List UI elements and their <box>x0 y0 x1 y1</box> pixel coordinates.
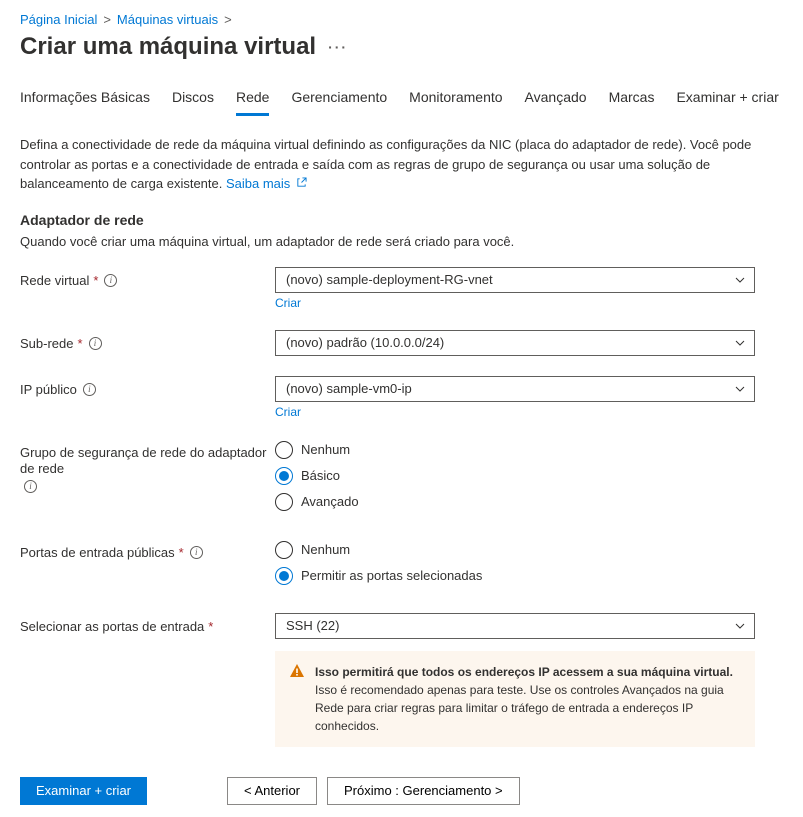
radio-nsg-basic[interactable]: Básico <box>275 467 755 485</box>
more-icon[interactable]: ··· <box>328 39 348 55</box>
page-title-text: Criar uma máquina virtual <box>20 33 316 61</box>
radio-icon <box>275 493 293 511</box>
warning-rest: Isso é recomendado apenas para teste. Us… <box>315 683 724 733</box>
breadcrumb-home[interactable]: Página Inicial <box>20 12 97 27</box>
tab-monitoring[interactable]: Monitoramento <box>409 89 502 116</box>
info-icon[interactable]: i <box>24 480 37 493</box>
select-inbound-ports[interactable]: SSH (22) <box>275 613 755 639</box>
radio-label: Nenhum <box>301 542 350 557</box>
radio-nsg-advanced[interactable]: Avançado <box>275 493 755 511</box>
warning-box: Isso permitirá que todos os endereços IP… <box>275 651 755 747</box>
tab-management[interactable]: Gerenciamento <box>291 89 387 116</box>
label-inbound-ports: Portas de entrada públicas * i <box>20 539 275 562</box>
warning-text: Isso permitirá que todos os endereços IP… <box>315 663 741 735</box>
radio-icon <box>275 441 293 459</box>
label-text: Portas de entrada públicas <box>20 545 175 562</box>
radio-label: Avançado <box>301 494 359 509</box>
page-title: Criar uma máquina virtual ··· <box>20 33 783 61</box>
radio-label: Básico <box>301 468 340 483</box>
tab-description: Defina a conectividade de rede da máquin… <box>20 135 783 194</box>
next-button[interactable]: Próximo : Gerenciamento > <box>327 777 520 805</box>
required-icon: * <box>93 273 98 290</box>
previous-button[interactable]: < Anterior <box>227 777 317 805</box>
label-nsg: Grupo de segurança de rede do adaptador … <box>20 439 275 494</box>
required-icon: * <box>208 619 213 636</box>
breadcrumb-vms[interactable]: Máquinas virtuais <box>117 12 218 27</box>
create-publicip-link[interactable]: Criar <box>275 405 301 419</box>
radio-label: Permitir as portas selecionadas <box>301 568 482 583</box>
required-icon: * <box>179 545 184 562</box>
section-subtitle: Quando você criar uma máquina virtual, u… <box>20 234 783 249</box>
external-link-icon <box>296 174 307 185</box>
chevron-down-icon <box>734 383 746 395</box>
select-virtual-network[interactable]: (novo) sample-deployment-RG-vnet <box>275 267 755 293</box>
create-vnet-link[interactable]: Criar <box>275 296 301 310</box>
info-icon[interactable]: i <box>89 337 102 350</box>
tab-basics[interactable]: Informações Básicas <box>20 89 150 116</box>
required-icon: * <box>77 336 82 353</box>
select-value: (novo) sample-deployment-RG-vnet <box>286 272 493 287</box>
label-text: Rede virtual <box>20 273 89 290</box>
radio-icon <box>275 467 293 485</box>
select-value: (novo) padrão (10.0.0.0/24) <box>286 335 444 350</box>
label-subnet: Sub-rede * i <box>20 330 275 353</box>
label-text: IP público <box>20 382 77 399</box>
tab-tags[interactable]: Marcas <box>609 89 655 116</box>
label-select-inbound-ports: Selecionar as portas de entrada * <box>20 613 275 636</box>
radio-inbound-none[interactable]: Nenhum <box>275 541 755 559</box>
label-text: Grupo de segurança de rede do adaptador … <box>20 445 275 479</box>
select-value: SSH (22) <box>286 618 339 633</box>
label-virtual-network: Rede virtual * i <box>20 267 275 290</box>
footer-buttons: Examinar + criar < Anterior Próximo : Ge… <box>20 777 783 805</box>
chevron-right-icon: > <box>224 12 232 27</box>
learn-more-text: Saiba mais <box>226 176 290 191</box>
warning-icon <box>289 663 305 679</box>
radio-icon <box>275 567 293 585</box>
tab-review[interactable]: Examinar + criar <box>676 89 778 116</box>
label-public-ip: IP público i <box>20 376 275 399</box>
label-text: Selecionar as portas de entrada <box>20 619 204 636</box>
review-create-button[interactable]: Examinar + criar <box>20 777 147 805</box>
learn-more-link[interactable]: Saiba mais <box>226 176 307 191</box>
tabs: Informações Básicas Discos Rede Gerencia… <box>20 89 783 117</box>
select-value: (novo) sample-vm0-ip <box>286 381 412 396</box>
warning-bold: Isso permitirá que todos os endereços IP… <box>315 665 733 679</box>
chevron-down-icon <box>734 620 746 632</box>
info-icon[interactable]: i <box>190 546 203 559</box>
breadcrumb: Página Inicial > Máquinas virtuais > <box>20 12 783 27</box>
radio-icon <box>275 541 293 559</box>
description-text: Defina a conectividade de rede da máquin… <box>20 137 751 191</box>
chevron-right-icon: > <box>103 12 111 27</box>
section-title-network-adapter: Adaptador de rede <box>20 212 783 228</box>
label-text: Sub-rede <box>20 336 73 353</box>
radio-inbound-allow[interactable]: Permitir as portas selecionadas <box>275 567 755 585</box>
info-icon[interactable]: i <box>104 274 117 287</box>
tab-advanced[interactable]: Avançado <box>525 89 587 116</box>
radio-label: Nenhum <box>301 442 350 457</box>
chevron-down-icon <box>734 337 746 349</box>
tab-disks[interactable]: Discos <box>172 89 214 116</box>
select-public-ip[interactable]: (novo) sample-vm0-ip <box>275 376 755 402</box>
chevron-down-icon <box>734 274 746 286</box>
select-subnet[interactable]: (novo) padrão (10.0.0.0/24) <box>275 330 755 356</box>
radio-nsg-none[interactable]: Nenhum <box>275 441 755 459</box>
info-icon[interactable]: i <box>83 383 96 396</box>
tab-network[interactable]: Rede <box>236 89 269 116</box>
